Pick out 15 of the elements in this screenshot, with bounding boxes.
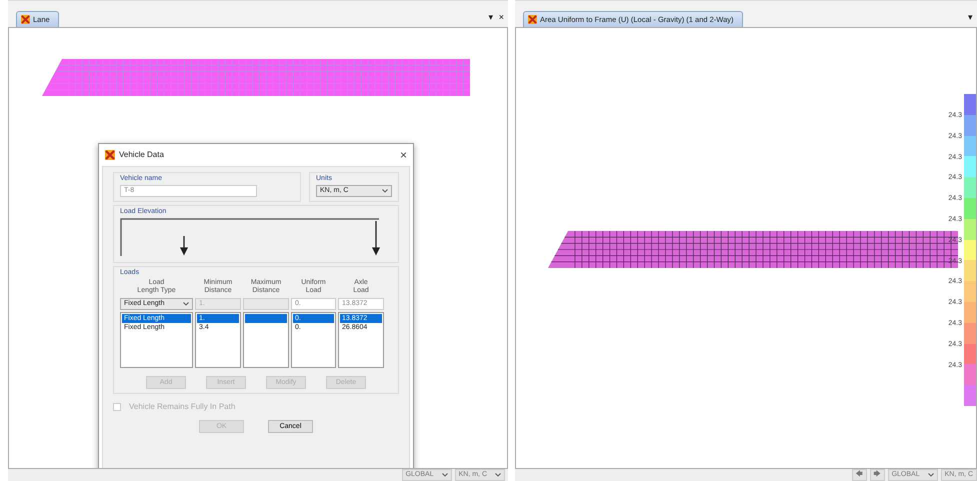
- chevron-icon: [495, 473, 501, 477]
- checkbox-label: Vehicle Remains Fully In Path: [129, 400, 236, 413]
- list-box[interactable]: [243, 312, 289, 368]
- app-logo-icon: [528, 15, 537, 24]
- dialog-title: Vehicle Data: [119, 149, 164, 161]
- chevron-icon: [183, 302, 189, 306]
- chevron-icon: [442, 473, 448, 477]
- close-button[interactable]: ×: [498, 10, 504, 24]
- app-logo-icon: [105, 150, 115, 160]
- chevron-icon: [382, 189, 388, 193]
- chevron-icon: [928, 473, 934, 477]
- dropdown-button[interactable]: ▾: [488, 10, 494, 24]
- dropdown-button[interactable]: ▾: [968, 10, 973, 24]
- close-button[interactable]: ×: [400, 146, 407, 164]
- app-logo-icon: [21, 15, 30, 24]
